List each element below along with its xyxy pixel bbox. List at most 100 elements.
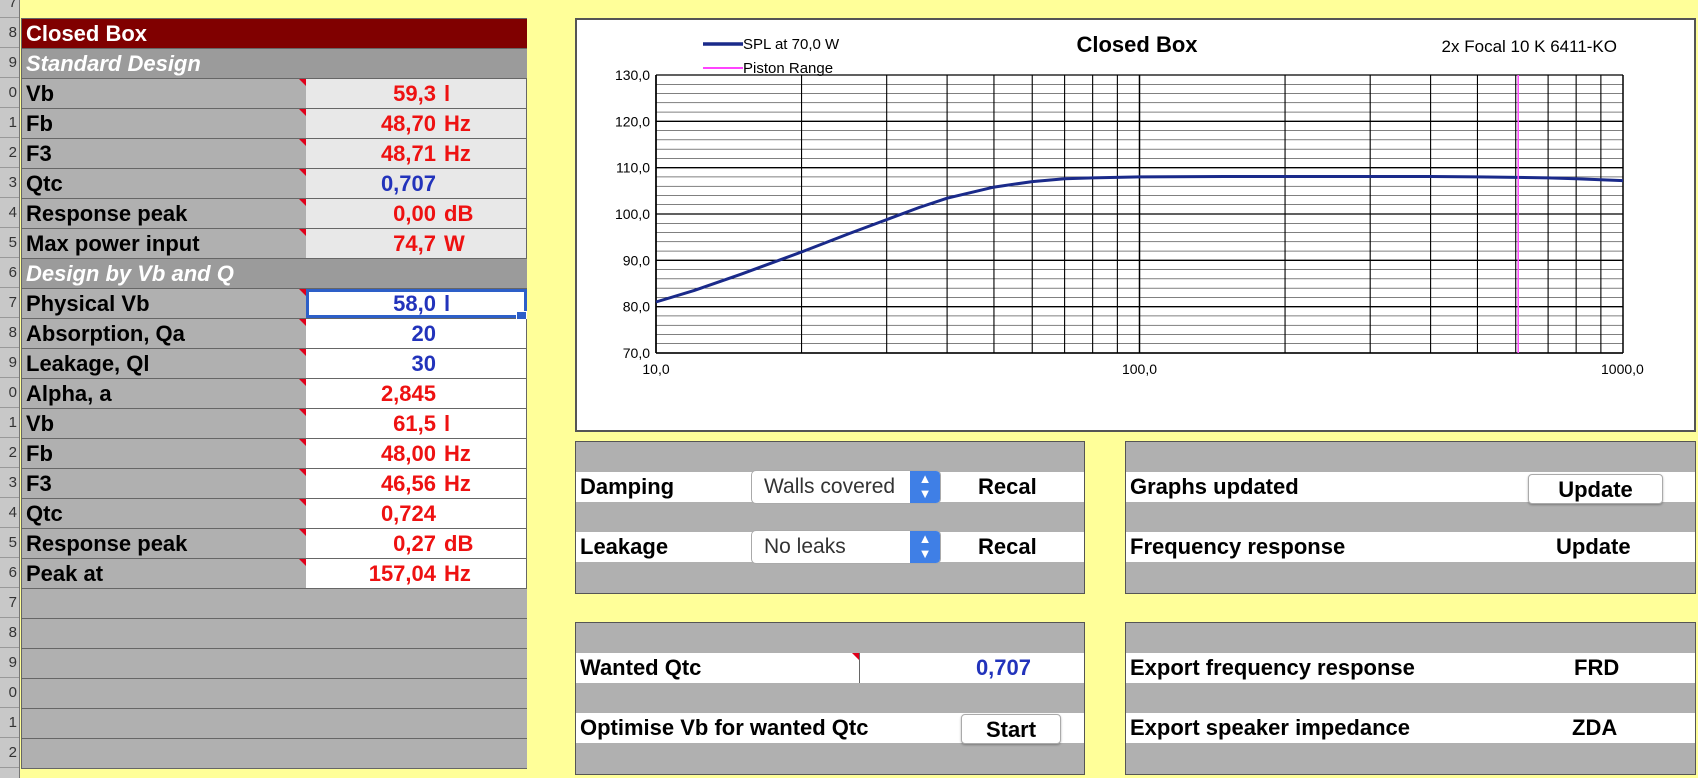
section-title: Design by Vb and Q [26, 261, 234, 286]
row-value-cell[interactable]: 59,3 l [306, 79, 527, 108]
row-value-cell[interactable]: 48,70 Hz [306, 109, 527, 138]
frequency-response-chart: 70,0 80,0 90,0 100,0 110,0 120,0 130,0 10,0 100,… [575, 18, 1696, 432]
row-number[interactable]: 4 [0, 498, 19, 528]
row-number[interactable]: 3 [0, 468, 19, 498]
row-value-cell[interactable]: 0,00 dB [306, 199, 527, 228]
row-label: Fb [22, 109, 306, 138]
empty-row[interactable] [22, 649, 527, 679]
sheet-row: Peak at 157,04 Hz [22, 559, 527, 589]
export-frequency-row: Export frequency response FRD [1126, 653, 1695, 683]
row-value: 2,845 [380, 381, 436, 406]
row-number[interactable]: 8 [0, 618, 19, 648]
row-number[interactable]: 8 [0, 18, 19, 48]
damping-select[interactable]: Walls covered ▲ ▼ [751, 470, 941, 504]
leakage-select[interactable]: No leaks ▲ ▼ [751, 530, 941, 564]
row-number[interactable]: 7 [0, 0, 19, 18]
row-number[interactable]: 8 [0, 318, 19, 348]
row-value-cell[interactable]: 0,27 dB [306, 529, 527, 558]
row-value-cell[interactable]: 46,56 Hz [306, 469, 527, 498]
row-unit: l [444, 81, 451, 106]
comment-marker [299, 529, 306, 536]
row-number[interactable]: 2 [0, 438, 19, 468]
y-tick-label: 100,0 [615, 206, 650, 222]
chart-subtitle: 2x Focal 10 K 6411-KO [1442, 37, 1617, 56]
comment-marker [299, 109, 306, 116]
start-button[interactable]: Start [961, 714, 1061, 744]
leakage-recal-button[interactable]: Recal [978, 532, 1037, 562]
empty-row[interactable] [22, 619, 527, 649]
row-number[interactable]: 1 [0, 108, 19, 138]
row-number[interactable]: 1 [0, 708, 19, 738]
row-unit: Hz [444, 441, 471, 466]
frequency-response-update-button[interactable]: Update [1556, 532, 1631, 562]
row-value-cell[interactable]: 58,0 l [306, 289, 527, 322]
export-panel: Export frequency response FRD Export spe… [1125, 622, 1696, 775]
row-value-cell[interactable]: 48,71 Hz [306, 139, 527, 168]
row-value-cell[interactable]: 157,04 Hz [306, 559, 527, 588]
chart-svg: 70,0 80,0 90,0 100,0 110,0 120,0 130,0 10,0 100,… [615, 32, 1644, 377]
row-number[interactable]: 0 [0, 678, 19, 708]
legend-label-spl: SPL at 70,0 W [743, 36, 840, 53]
chevron-updown-icon: ▲ ▼ [910, 531, 940, 563]
empty-row[interactable] [22, 589, 527, 619]
comment-marker [299, 349, 306, 356]
row-value: 0,00 [393, 201, 436, 226]
row-value: 0,27 [393, 531, 436, 556]
row-number[interactable]: 3 [0, 168, 19, 198]
row-value-cell[interactable]: 74,7 W [306, 229, 527, 258]
graphs-update-button[interactable]: Update [1528, 474, 1663, 504]
row-unit: Hz [444, 111, 471, 136]
row-value: 48,00 [380, 441, 436, 466]
row-number[interactable]: 9 [0, 48, 19, 78]
row-value-cell[interactable]: 20 [306, 319, 527, 348]
row-number[interactable]: 5 [0, 228, 19, 258]
row-value-cell[interactable]: 61,5 l [306, 409, 527, 438]
row-value-cell[interactable]: 0,707 [306, 169, 527, 198]
row-number[interactable]: 9 [0, 348, 19, 378]
row-label: Physical Vb [22, 289, 306, 318]
row-number[interactable]: 0 [0, 378, 19, 408]
sheet-row: Vb 59,3 l [22, 79, 527, 109]
row-value-cell[interactable]: 0,724 [306, 499, 527, 528]
row-number[interactable]: 7 [0, 288, 19, 318]
empty-row[interactable] [22, 739, 527, 769]
row-number[interactable]: 1 [0, 408, 19, 438]
wanted-qtc-value[interactable]: 0,707 [941, 653, 1031, 683]
row-value: 58,0 [393, 291, 436, 316]
y-tick-label: 80,0 [623, 299, 650, 315]
zda-button[interactable]: ZDA [1572, 713, 1617, 743]
damping-leakage-panel: Damping Walls covered ▲ ▼ Recal Leakage N… [575, 441, 1085, 594]
comment-marker [299, 469, 306, 476]
row-label: Response peak [22, 529, 306, 558]
frd-button[interactable]: FRD [1574, 653, 1619, 683]
row-value-cell[interactable]: 48,00 Hz [306, 439, 527, 468]
frequency-response-row: Frequency response Update [1126, 532, 1695, 562]
row-number[interactable]: 2 [0, 738, 19, 768]
row-number[interactable]: 2 [0, 138, 19, 168]
row-label-text: Qtc [26, 171, 63, 196]
row-number[interactable]: 6 [0, 258, 19, 288]
row-value-cell[interactable]: 2,845 [306, 379, 527, 408]
optimise-row: Optimise Vb for wanted Qtc Start [576, 713, 1084, 744]
row-unit: l [444, 291, 451, 316]
row-number[interactable]: 6 [0, 558, 19, 588]
row-number[interactable]: 0 [0, 78, 19, 108]
row-number[interactable]: 9 [0, 648, 19, 678]
sheet-row: F3 46,56 Hz [22, 469, 527, 499]
damping-recal-button[interactable]: Recal [978, 472, 1037, 502]
row-number[interactable]: 5 [0, 528, 19, 558]
sheet-row: Leakage, Ql 30 [22, 349, 527, 379]
row-unit: dB [444, 201, 474, 226]
row-label-text: Qtc [26, 501, 63, 526]
x-tick-label: 1000,0 [1601, 361, 1644, 377]
row-header-column: 78901234567890123456789012 [0, 0, 20, 778]
empty-row[interactable] [22, 709, 527, 739]
row-number[interactable]: 7 [0, 588, 19, 618]
row-label-text: F3 [26, 471, 52, 496]
empty-row[interactable] [22, 679, 527, 709]
row-value-cell[interactable]: 30 [306, 349, 527, 378]
row-number[interactable]: 4 [0, 198, 19, 228]
sheet-row: Qtc 0,724 [22, 499, 527, 529]
row-label: Peak at [22, 559, 306, 588]
y-tick-label: 110,0 [616, 160, 650, 176]
